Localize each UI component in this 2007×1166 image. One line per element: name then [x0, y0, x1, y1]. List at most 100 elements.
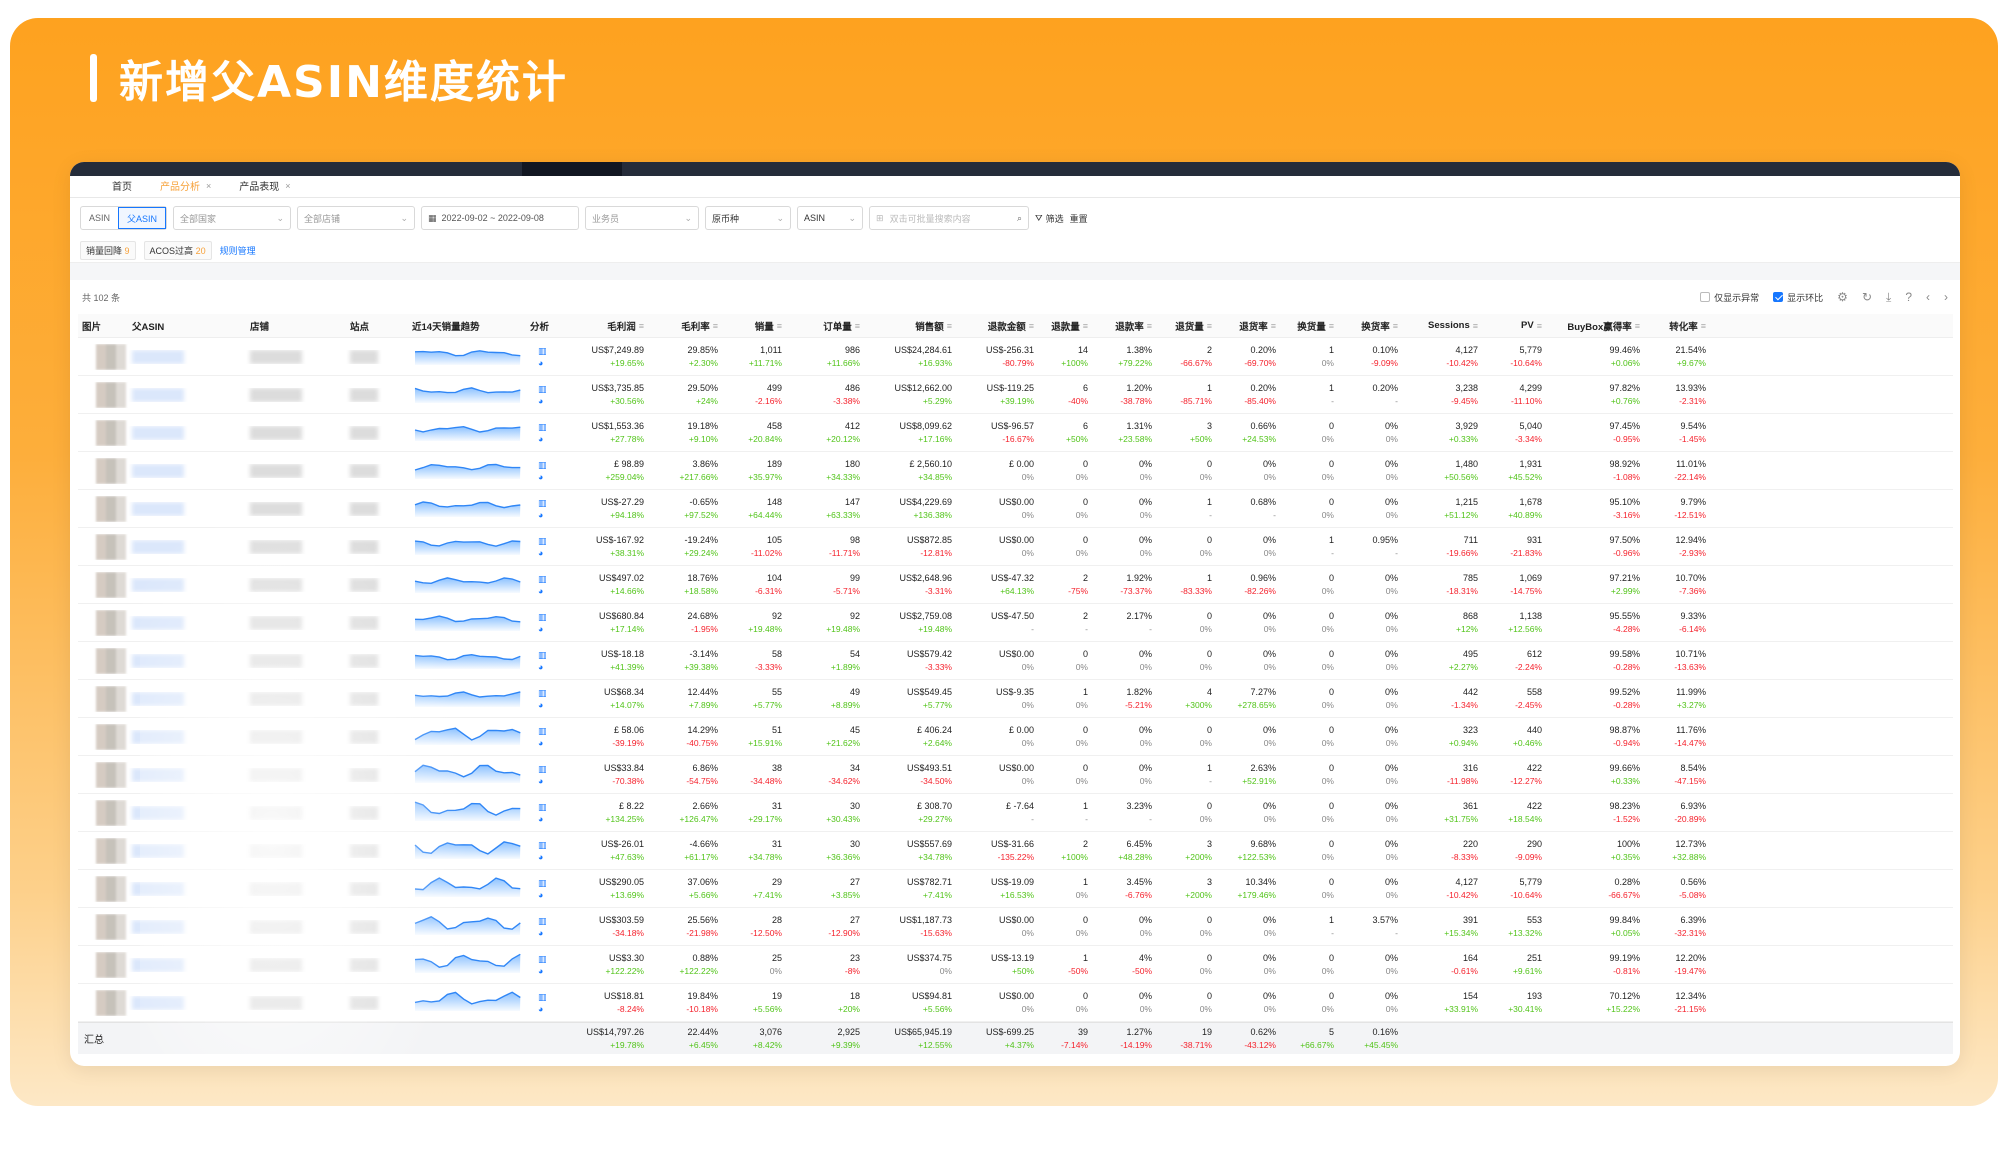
sort-icon[interactable]: ≡ — [639, 321, 644, 331]
salesperson-select[interactable]: 业务员 ⌄ — [585, 206, 700, 230]
bar-chart-icon[interactable]: ▥ — [538, 802, 547, 812]
pie-chart-icon[interactable]: ◕ — [538, 510, 543, 520]
product-thumbnail[interactable] — [96, 875, 126, 902]
toggle-parent-asin[interactable]: 父ASIN — [118, 207, 167, 229]
pie-chart-icon[interactable]: ◕ — [538, 890, 543, 900]
sales-trend-sparkline[interactable] — [412, 835, 524, 861]
shop-select[interactable]: 全部店铺 ⌄ — [297, 206, 416, 230]
table-row[interactable]: ▥ ◕ £ 98.89 +259.04% 3.86% +217.66% 189 +35.97%… — [78, 452, 1953, 490]
tab-product-performance[interactable]: 产品表现 × — [227, 174, 302, 197]
bar-chart-icon[interactable]: ▥ — [538, 650, 547, 660]
sales-trend-sparkline[interactable] — [412, 341, 524, 367]
sort-icon[interactable]: ≡ — [1147, 321, 1152, 331]
parent-asin-link[interactable] — [132, 653, 184, 668]
table-row[interactable]: ▥ ◕ US$-26.01 +47.63% -4.66% +61.17% 31 +34.78%… — [78, 832, 1953, 870]
bar-chart-icon[interactable]: ▥ — [538, 992, 547, 1002]
table-row[interactable]: ▥ ◕ US$3.30 +122.22% 0.88% +122.22% 25 0% 23 -8% U… — [78, 946, 1953, 984]
search-icon[interactable]: ⌕ — [1017, 213, 1022, 224]
table-row[interactable]: ▥ ◕ US$303.59 -34.18% 25.56% -21.98% 28 -12.50%… — [78, 908, 1953, 946]
column-header-pv[interactable]: PV ≡ — [1482, 320, 1546, 331]
product-thumbnail[interactable] — [96, 343, 126, 370]
sales-trend-sparkline[interactable] — [412, 417, 524, 443]
search-input[interactable]: ⊞ 双击可批量搜索内容 ⌕ — [869, 206, 1030, 230]
column-header-refund-rate[interactable]: 退款率 ≡ — [1092, 319, 1156, 333]
sales-trend-sparkline[interactable] — [412, 759, 524, 785]
parent-asin-link[interactable] — [132, 995, 184, 1010]
column-header-cvr[interactable]: 转化率 ≡ — [1644, 319, 1710, 333]
column-header-return-qty[interactable]: 退货量 ≡ — [1156, 319, 1216, 333]
product-thumbnail[interactable] — [96, 381, 126, 408]
pie-chart-icon[interactable]: ◕ — [538, 396, 543, 406]
close-icon[interactable]: × — [206, 181, 211, 191]
sort-icon[interactable]: ≡ — [1701, 321, 1706, 331]
sales-trend-sparkline[interactable] — [412, 569, 524, 595]
bar-chart-icon[interactable]: ▥ — [538, 954, 547, 964]
parent-asin-link[interactable] — [132, 691, 184, 706]
product-thumbnail[interactable] — [96, 685, 126, 712]
sort-icon[interactable]: ≡ — [777, 321, 782, 331]
parent-asin-link[interactable] — [132, 501, 184, 516]
sort-icon[interactable]: ≡ — [947, 321, 952, 331]
table-row[interactable]: ▥ ◕ US$7,249.89 +19.65% 29.85% +2.30% 1,011 +11… — [78, 338, 1953, 376]
table-row[interactable]: ▥ ◕ US$1,553.36 +27.78% 19.18% +9.10% 458 +20.8… — [78, 414, 1953, 452]
sort-icon[interactable]: ≡ — [855, 321, 860, 331]
table-row[interactable]: ▥ ◕ US$-18.18 +41.39% -3.14% +39.38% 58 -3.33% 5… — [78, 642, 1953, 680]
table-row[interactable]: ▥ ◕ £ 58.06 -39.19% 14.29% -40.75% 51 +15.91% 45… — [78, 718, 1953, 756]
product-thumbnail[interactable] — [96, 723, 126, 750]
bar-chart-icon[interactable]: ▥ — [538, 346, 547, 356]
download-icon[interactable]: ⤓ — [1886, 290, 1891, 305]
sort-icon[interactable]: ≡ — [1473, 321, 1478, 331]
chevron-right-icon[interactable]: › — [1944, 290, 1948, 304]
product-thumbnail[interactable] — [96, 609, 126, 636]
sort-icon[interactable]: ≡ — [1635, 321, 1640, 331]
pie-chart-icon[interactable]: ◕ — [538, 434, 543, 444]
parent-asin-link[interactable] — [132, 463, 184, 478]
column-header-orders[interactable]: 订单量 ≡ — [786, 319, 864, 333]
parent-asin-link[interactable] — [132, 577, 184, 592]
sales-trend-sparkline[interactable] — [412, 797, 524, 823]
date-range-picker[interactable]: ▦ 2022-09-02 ~ 2022-09-08 — [421, 206, 580, 230]
pie-chart-icon[interactable]: ◕ — [538, 662, 543, 672]
pie-chart-icon[interactable]: ◕ — [538, 776, 543, 786]
pie-chart-icon[interactable]: ◕ — [538, 928, 543, 938]
table-row[interactable]: ▥ ◕ US$497.02 +14.66% 18.76% +18.58% 104 -6.31%… — [78, 566, 1953, 604]
product-thumbnail[interactable] — [96, 647, 126, 674]
bar-chart-icon[interactable]: ▥ — [538, 384, 547, 394]
parent-asin-link[interactable] — [132, 729, 184, 744]
product-thumbnail[interactable] — [96, 457, 126, 484]
table-row[interactable]: ▥ ◕ US$680.84 +17.14% 24.68% -1.95% 92 +19.48% 9… — [78, 604, 1953, 642]
sort-icon[interactable]: ≡ — [713, 321, 718, 331]
pie-chart-icon[interactable]: ◕ — [538, 472, 543, 482]
rule-management-link[interactable]: 规则管理 — [220, 244, 256, 257]
sales-trend-sparkline[interactable] — [412, 683, 524, 709]
table-row[interactable]: ▥ ◕ £ 8.22 +134.25% 2.66% +126.47% 31 +29.17% 30… — [78, 794, 1953, 832]
table-row[interactable]: ▥ ◕ US$-167.92 +38.31% -19.24% +29.24% 105 -11.… — [78, 528, 1953, 566]
parent-asin-link[interactable] — [132, 387, 184, 402]
nav-active-item[interactable] — [522, 162, 622, 176]
tab-product-analysis[interactable]: 产品分析 × — [148, 174, 223, 197]
product-thumbnail[interactable] — [96, 951, 126, 978]
close-icon[interactable]: × — [285, 181, 290, 191]
bar-chart-icon[interactable]: ▥ — [538, 916, 547, 926]
bar-chart-icon[interactable]: ▥ — [538, 422, 547, 432]
parent-asin-link[interactable] — [132, 615, 184, 630]
sort-icon[interactable]: ≡ — [1029, 321, 1034, 331]
product-thumbnail[interactable] — [96, 837, 126, 864]
sales-trend-sparkline[interactable] — [412, 911, 524, 937]
pie-chart-icon[interactable]: ◕ — [538, 700, 543, 710]
bar-chart-icon[interactable]: ▥ — [538, 688, 547, 698]
parent-asin-link[interactable] — [132, 767, 184, 782]
table-row[interactable]: ▥ ◕ US$18.81 -8.24% 19.84% -10.18% 19 +5.56% 18 +… — [78, 984, 1953, 1022]
parent-asin-link[interactable] — [132, 539, 184, 554]
sales-trend-sparkline[interactable] — [412, 987, 524, 1013]
pie-chart-icon[interactable]: ◕ — [538, 624, 543, 634]
bar-chart-icon[interactable]: ▥ — [538, 460, 547, 470]
pie-chart-icon[interactable]: ◕ — [538, 852, 543, 862]
refresh-icon[interactable]: ↻ — [1862, 290, 1872, 304]
parent-asin-link[interactable] — [132, 957, 184, 972]
sales-trend-sparkline[interactable] — [412, 493, 524, 519]
bar-chart-icon[interactable]: ▥ — [538, 612, 547, 622]
chevron-left-icon[interactable]: ‹ — [1926, 290, 1930, 304]
parent-asin-link[interactable] — [132, 843, 184, 858]
sales-trend-sparkline[interactable] — [412, 607, 524, 633]
